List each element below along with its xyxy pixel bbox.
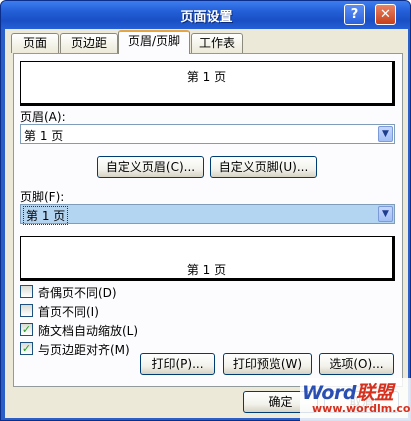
close-icon[interactable]: ✕: [375, 4, 396, 25]
footer-label: 页脚(F):: [20, 190, 65, 204]
dialog-body: 页面 页边距 页眉/页脚 工作表 第 1 页 页眉(A): 第 1 页 ▼ 自定…: [5, 29, 408, 418]
checkbox-box[interactable]: [20, 285, 33, 298]
footer-preview: 第 1 页: [20, 236, 395, 281]
chevron-down-icon[interactable]: ▼: [378, 206, 393, 222]
align-margins-label: 与页边距对齐(M): [38, 343, 130, 357]
checkbox-box[interactable]: ✓: [20, 342, 33, 355]
watermark-logo: Word联盟: [302, 382, 393, 404]
tab-header-footer[interactable]: 页眉/页脚: [118, 30, 190, 54]
scale-with-doc-label: 随文档自动缩放(L): [38, 324, 139, 338]
footer-select[interactable]: 第 1 页 ▼: [20, 204, 395, 225]
watermark: Word联盟 www.wordlm.com: [300, 378, 411, 421]
first-page-label: 首页不同(I): [38, 305, 99, 319]
footer-select-value: 第 1 页: [23, 206, 69, 225]
footer-preview-text: 第 1 页: [186, 263, 227, 277]
checkbox-box[interactable]: [20, 304, 33, 317]
header-label: 页眉(A):: [20, 110, 66, 124]
header-preview: 第 1 页: [20, 61, 395, 106]
header-preview-text: 第 1 页: [186, 70, 227, 84]
options-button[interactable]: 选项(O)...: [319, 353, 394, 375]
print-button[interactable]: 打印(P)...: [140, 353, 215, 375]
chevron-down-icon[interactable]: ▼: [378, 126, 393, 142]
custom-header-button[interactable]: 自定义页眉(C)...: [97, 156, 204, 178]
tab-margins[interactable]: 页边距: [60, 33, 118, 53]
header-select-value: 第 1 页: [24, 129, 64, 143]
header-select[interactable]: 第 1 页 ▼: [20, 124, 395, 144]
page-setup-dialog: 页面设置 ? ✕ 页面 页边距 页眉/页脚 工作表 第 1 页 页眉(A): 第…: [0, 0, 411, 421]
checkbox-box[interactable]: ✓: [20, 323, 33, 336]
print-preview-button[interactable]: 打印预览(W): [223, 353, 312, 375]
tab-page[interactable]: 页面: [11, 33, 59, 53]
header-footer-panel: 第 1 页 页眉(A): 第 1 页 ▼ 自定义页眉(C)... 自定义页脚(U…: [13, 53, 403, 387]
watermark-url: www.wordlm.com: [312, 402, 411, 415]
custom-footer-button[interactable]: 自定义页脚(U)...: [210, 156, 317, 178]
odd-even-label: 奇偶页不同(D): [38, 286, 117, 300]
tab-sheet[interactable]: 工作表: [191, 33, 243, 53]
help-icon[interactable]: ?: [344, 4, 365, 25]
title-bar[interactable]: 页面设置 ? ✕: [1, 1, 410, 29]
